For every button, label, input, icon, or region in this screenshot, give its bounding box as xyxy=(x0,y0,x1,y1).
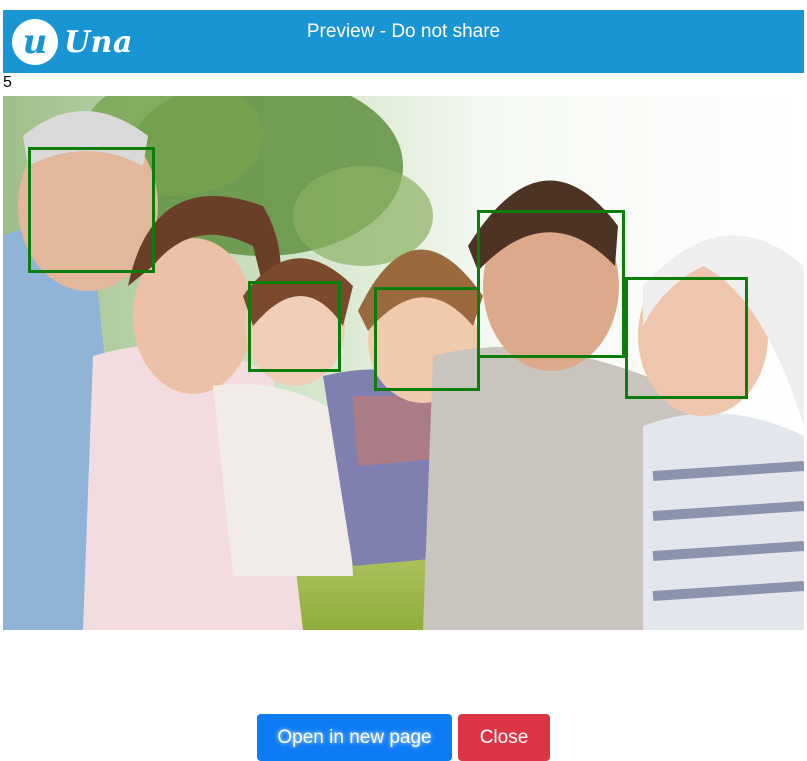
open-in-new-page-button[interactable]: Open in new page xyxy=(257,714,452,761)
face-box xyxy=(477,210,625,358)
header-bar: u Una xyxy=(3,10,804,73)
face-box xyxy=(248,281,341,372)
face-count: 5 xyxy=(3,74,12,91)
preview-window: u Una Preview - Do not share 5 Open in n… xyxy=(0,0,807,761)
face-box xyxy=(625,277,748,399)
logo-badge-icon: u xyxy=(12,19,58,65)
face-box xyxy=(28,147,155,273)
close-button[interactable]: Close xyxy=(458,714,550,761)
face-box xyxy=(374,287,480,391)
action-bar: Open in new page Close xyxy=(0,714,807,761)
logo-text: Una xyxy=(64,24,133,60)
una-logo: u Una xyxy=(12,18,133,66)
preview-photo xyxy=(3,96,804,630)
